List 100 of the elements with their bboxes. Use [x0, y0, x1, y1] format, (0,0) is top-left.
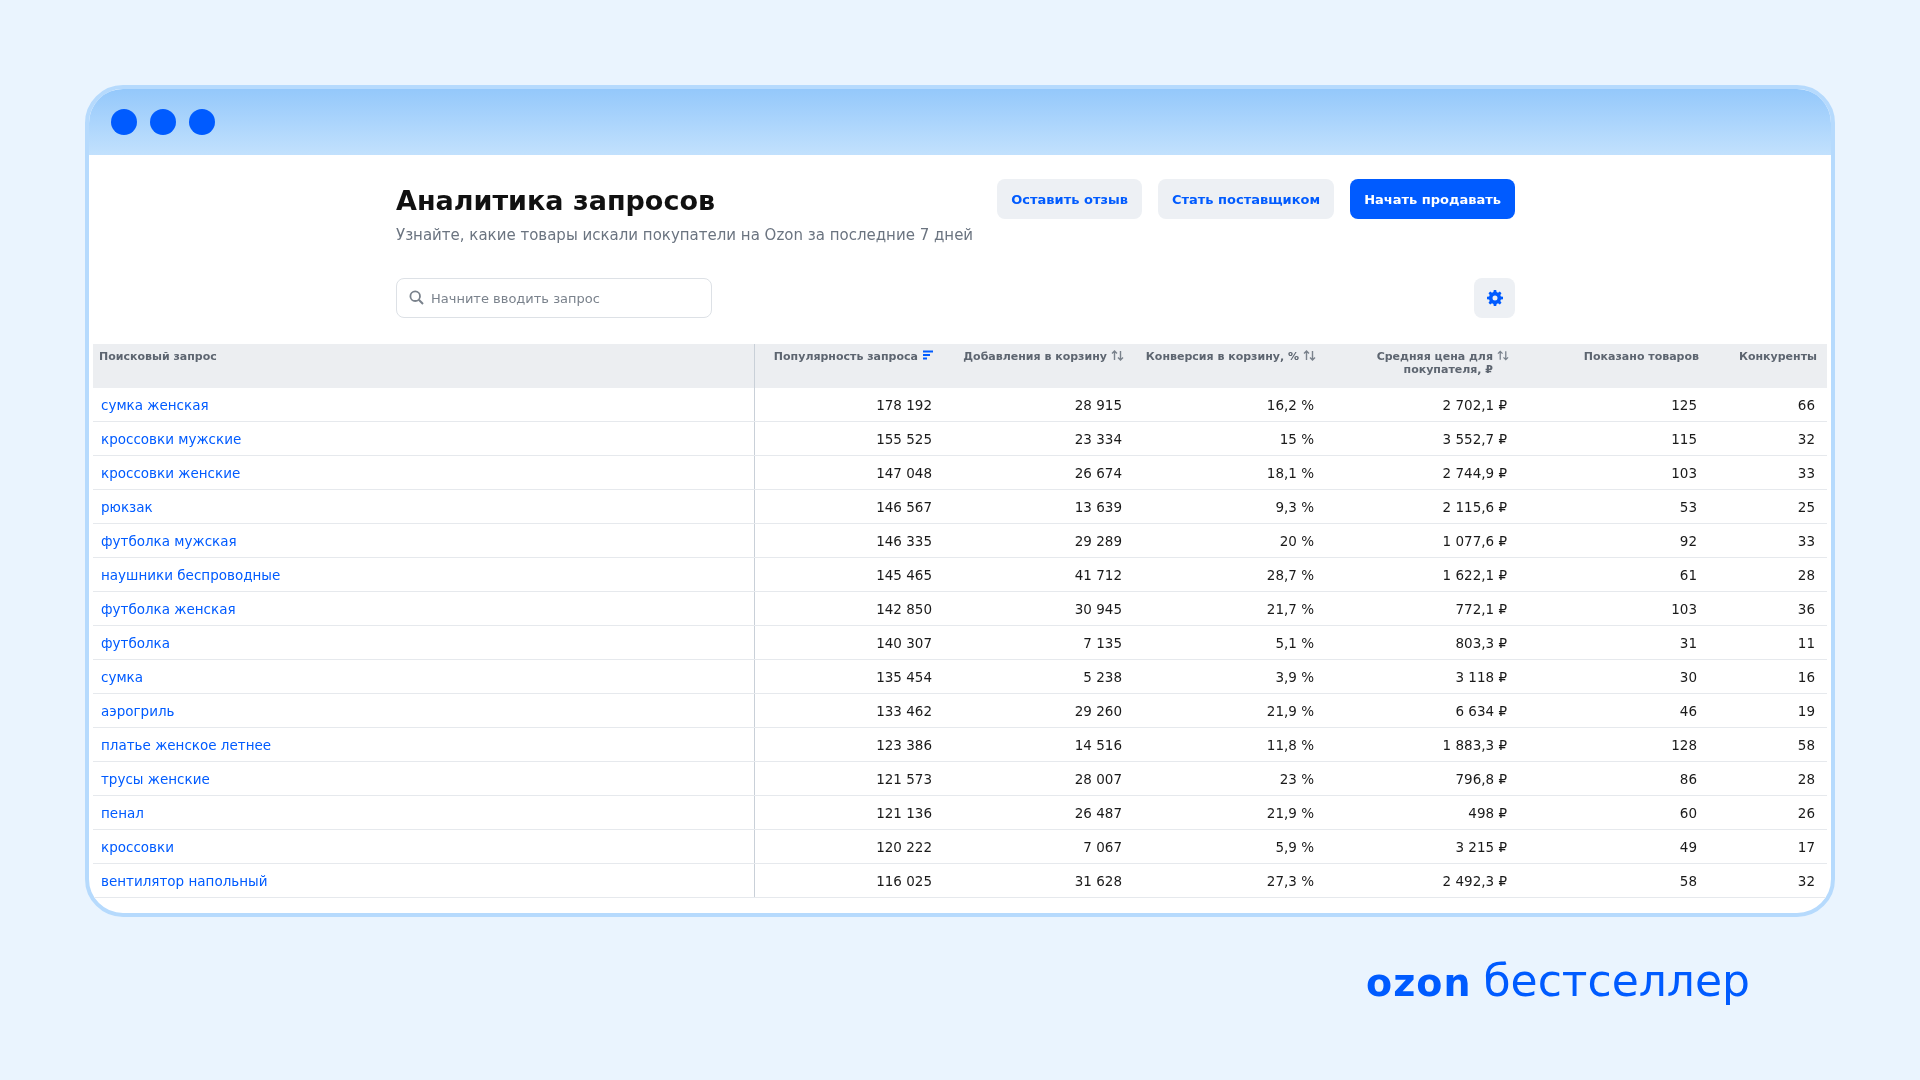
query-link[interactable]: платье женское летнее	[93, 728, 755, 761]
query-link[interactable]: футболка женская	[93, 592, 755, 625]
query-link[interactable]: кроссовки мужские	[93, 422, 755, 455]
table-cell-text: 27,3 %	[1265, 871, 1315, 891]
table-cell-text: 5,9 %	[1274, 837, 1315, 857]
table-cell-text: 1 622,1 ₽	[1441, 565, 1508, 585]
table-cell-text: 92	[1678, 531, 1698, 551]
table-cell-text: 29 260	[1073, 701, 1123, 721]
table-cell-text: 21,7 %	[1265, 599, 1315, 619]
window-dot[interactable]	[150, 109, 176, 135]
window-dot[interactable]	[189, 109, 215, 135]
table-cell-text: 30 945	[1073, 599, 1123, 619]
query-link[interactable]: рюкзак	[93, 490, 755, 523]
table-cell-text: 178 192	[875, 395, 933, 415]
table-cell-text: 133 462	[875, 701, 933, 721]
table-cell-text: 61	[1678, 565, 1698, 585]
brand-logo: ozon	[1366, 961, 1472, 1005]
table-cell-text: 32	[1796, 429, 1816, 449]
query-link[interactable]: футболка мужская	[93, 524, 755, 557]
search-field[interactable]: Начните вводить запрос	[396, 278, 712, 318]
sort-arrows-icon[interactable]	[1303, 350, 1316, 361]
table-cell-text: 33	[1796, 463, 1816, 483]
table-cell-text: 16,2 %	[1265, 395, 1315, 415]
table-cell-text: 53	[1678, 497, 1698, 517]
table-cell-text: 28 007	[1073, 769, 1123, 789]
sort-icon[interactable]	[922, 350, 934, 360]
table-cell-text: 28,7 %	[1265, 565, 1315, 585]
table-cell-text: 3 552,7 ₽	[1441, 429, 1508, 449]
query-link[interactable]: вентилятор напольный	[93, 864, 755, 897]
column-header[interactable]: Популярность запроса	[773, 350, 918, 363]
query-link[interactable]: кроссовки женские	[93, 456, 755, 489]
query-link[interactable]: футболка	[93, 626, 755, 659]
start-selling-button[interactable]: Начать продавать	[1350, 179, 1515, 219]
table-cell-text: 66	[1796, 395, 1816, 415]
query-link[interactable]: пенал	[93, 796, 755, 829]
search-icon	[409, 290, 424, 305]
table-cell-text: 28	[1796, 769, 1816, 789]
window-dot[interactable]	[111, 109, 137, 135]
table-cell-text: 49	[1678, 837, 1698, 857]
table-cell-text: 7 067	[1082, 837, 1123, 857]
query-link[interactable]: кроссовки	[93, 830, 755, 863]
query-link[interactable]: наушники беспроводные	[93, 558, 755, 591]
table-cell-text: 41 712	[1073, 565, 1123, 585]
table-cell-text: 5,1 %	[1274, 633, 1315, 653]
page-title: Аналитика запросов	[396, 185, 717, 216]
query-link[interactable]: трусы женские	[93, 762, 755, 795]
query-link[interactable]: сумка	[93, 660, 755, 693]
table-cell-text: 26 674	[1073, 463, 1123, 483]
table-cell-text: 125	[1670, 395, 1698, 415]
table-cell-text: 772,1 ₽	[1454, 599, 1508, 619]
table-cell-text: 115	[1670, 429, 1698, 449]
table-cell-text: 498 ₽	[1467, 803, 1508, 823]
table-cell-text: 28 915	[1073, 395, 1123, 415]
table-cell-text: 145 465	[875, 565, 933, 585]
sort-arrows-icon[interactable]	[1497, 350, 1509, 361]
column-header[interactable]: Конверсия в корзину, %	[1145, 350, 1299, 363]
table-cell-text: 31	[1678, 633, 1698, 653]
column-header[interactable]: Добавления в корзину	[963, 350, 1107, 363]
table-cell-text: 155 525	[875, 429, 933, 449]
table-cell-text: 36	[1796, 599, 1816, 619]
table-cell-text: 6 634 ₽	[1454, 701, 1508, 721]
table-cell-text: 60	[1678, 803, 1698, 823]
table-cell-text: 21,9 %	[1265, 803, 1315, 823]
table-cell-text: 46	[1678, 701, 1698, 721]
table-cell-text: 13 639	[1073, 497, 1123, 517]
query-link[interactable]: сумка женская	[93, 388, 755, 421]
table-cell-text: 2 702,1 ₽	[1441, 395, 1508, 415]
sort-arrows-icon[interactable]	[1111, 350, 1124, 361]
table-cell-text: 32	[1796, 871, 1816, 891]
table-cell-text: 3 118 ₽	[1454, 667, 1508, 687]
table-cell-text: 3 215 ₽	[1454, 837, 1508, 857]
table-cell-text: 29 289	[1073, 531, 1123, 551]
table-cell-text: 9,3 %	[1274, 497, 1315, 517]
settings-button[interactable]	[1474, 278, 1515, 318]
table-cell-text: 21,9 %	[1265, 701, 1315, 721]
table-cell-text: 26 487	[1073, 803, 1123, 823]
table-cell-text: 116 025	[875, 871, 933, 891]
table-cell-text: 1 883,3 ₽	[1441, 735, 1508, 755]
table-cell-text: 123 386	[875, 735, 933, 755]
column-header[interactable]: Средняя цена для покупателя, ₽	[1328, 350, 1493, 376]
action-button[interactable]: Стать поставщиком	[1157, 179, 1335, 219]
table-cell-text: 58	[1796, 735, 1816, 755]
table-cell-text: 11	[1796, 633, 1816, 653]
column-header: Конкуренты	[1738, 350, 1817, 363]
table-cell-text: 25	[1796, 497, 1816, 517]
table-cell-text: 33	[1796, 531, 1816, 551]
table-cell-text: 14 516	[1073, 735, 1123, 755]
table-cell-text: 121 573	[875, 769, 933, 789]
column-header: Поисковый запрос	[99, 350, 217, 363]
column-header: Показано товаров	[1583, 350, 1699, 363]
table-cell-text: 2 115,6 ₽	[1441, 497, 1508, 517]
table-cell-text: 803,3 ₽	[1454, 633, 1508, 653]
table-cell-text: 147 048	[875, 463, 933, 483]
table-cell-text: 23 %	[1278, 769, 1315, 789]
table-cell-text: 28	[1796, 565, 1816, 585]
table-cell-text: 142 850	[875, 599, 933, 619]
table-cell-text: 23 334	[1073, 429, 1123, 449]
action-button[interactable]: Оставить отзыв	[997, 179, 1142, 219]
table-cell-text: 796,8 ₽	[1454, 769, 1508, 789]
query-link[interactable]: аэрогриль	[93, 694, 755, 727]
